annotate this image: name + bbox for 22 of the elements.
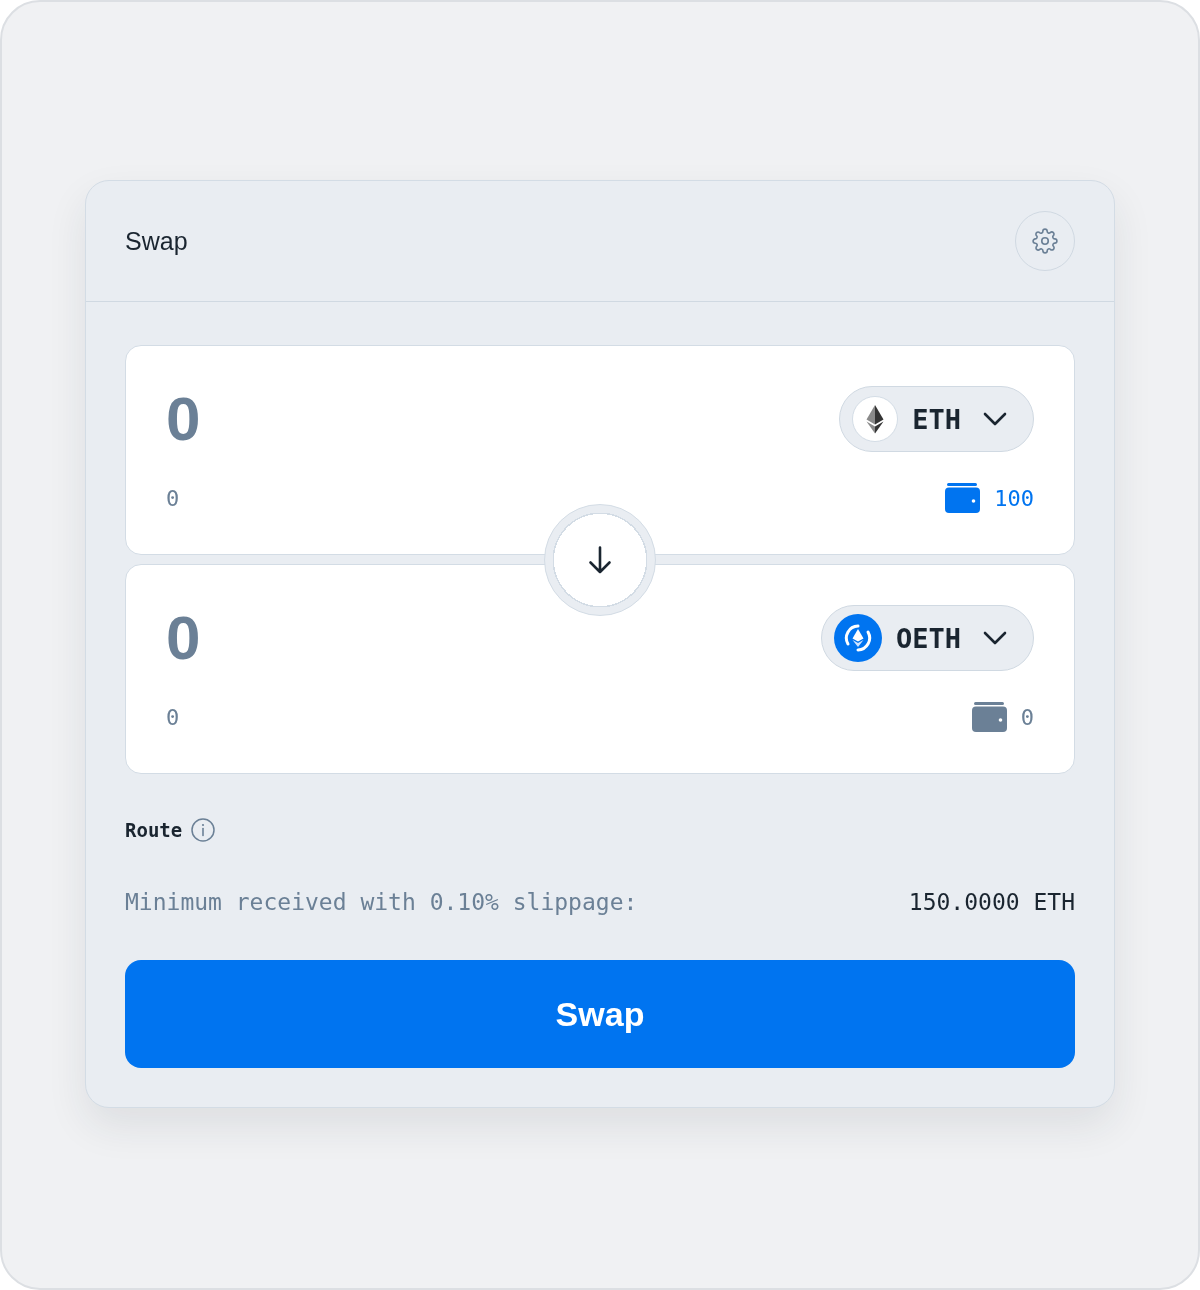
- amount-input[interactable]: 0: [166, 605, 209, 671]
- card-title: Swap: [125, 226, 188, 256]
- info-icon[interactable]: [191, 818, 216, 842]
- minimum-received-label: Minimum received with 0.10% slippage:: [125, 889, 638, 915]
- wallet-icon: [971, 702, 1007, 732]
- diamond-coin-icon: [852, 396, 899, 442]
- balance-button[interactable]: 100: [945, 483, 1034, 513]
- arrow-down-icon: [588, 545, 612, 574]
- route-label: Route: [125, 819, 183, 841]
- minimum-received-value: 150.0000 ETH: [908, 889, 1075, 915]
- fiat-value: 0: [166, 485, 180, 511]
- token-selector[interactable]: OETH: [820, 605, 1034, 671]
- wallet-icon: [945, 483, 981, 513]
- fiat-value: 0: [166, 704, 180, 730]
- chevron-down-icon: [983, 412, 1007, 426]
- gear-icon: [1032, 228, 1058, 254]
- amount-input[interactable]: 0: [166, 386, 209, 452]
- diamond-coin-icon: [833, 614, 882, 662]
- token-selector[interactable]: ETH: [839, 386, 1034, 452]
- swap-button[interactable]: Swap: [125, 960, 1075, 1068]
- chevron-down-icon: [983, 631, 1007, 645]
- balance-button[interactable]: 0: [971, 702, 1034, 732]
